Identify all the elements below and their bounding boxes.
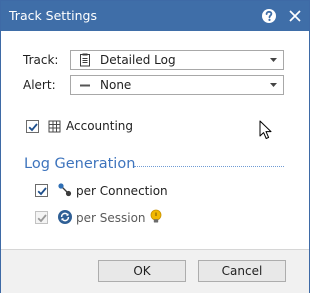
connection-nodes-icon [58,183,72,197]
close-button[interactable] [285,6,305,26]
cancel-button[interactable]: Cancel [198,260,286,282]
chevron-down-icon [270,58,277,62]
mouse-cursor-icon [259,120,272,139]
dialog-title: Track Settings [9,8,97,23]
lightbulb-icon[interactable] [150,209,162,224]
checkmark-icon [28,123,38,132]
log-generation-heading: Log Generation [24,156,136,172]
session-icon [58,210,72,224]
checkmark-icon [37,187,47,196]
per-session-label: per Session [76,211,146,225]
alert-value: None [100,78,132,92]
dash-icon [80,84,90,87]
track-dropdown[interactable]: Detailed Log [70,50,284,70]
dialog-footer: OK Cancel [1,249,309,293]
ok-button[interactable]: OK [98,260,186,282]
alert-dropdown[interactable]: None [70,75,284,95]
accounting-label: Accounting [66,119,134,133]
section-divider [134,166,284,167]
document-icon [80,53,90,67]
title-bar[interactable]: Track Settings [1,1,309,31]
chevron-down-icon [270,83,277,87]
per-session-checkbox[interactable] [35,211,48,224]
track-label: Track: [23,53,59,67]
close-icon [289,10,301,22]
alert-label: Alert: [23,78,56,92]
track-value: Detailed Log [100,53,176,67]
grid-icon [48,120,61,133]
accounting-checkbox[interactable] [26,120,39,133]
per-connection-label: per Connection [76,184,168,198]
per-connection-checkbox[interactable] [35,184,48,197]
checkmark-icon [37,214,47,223]
track-settings-dialog: Track Settings Track: Detailed Log Alert… [0,0,310,293]
help-icon [262,9,276,23]
help-button[interactable] [259,6,279,26]
